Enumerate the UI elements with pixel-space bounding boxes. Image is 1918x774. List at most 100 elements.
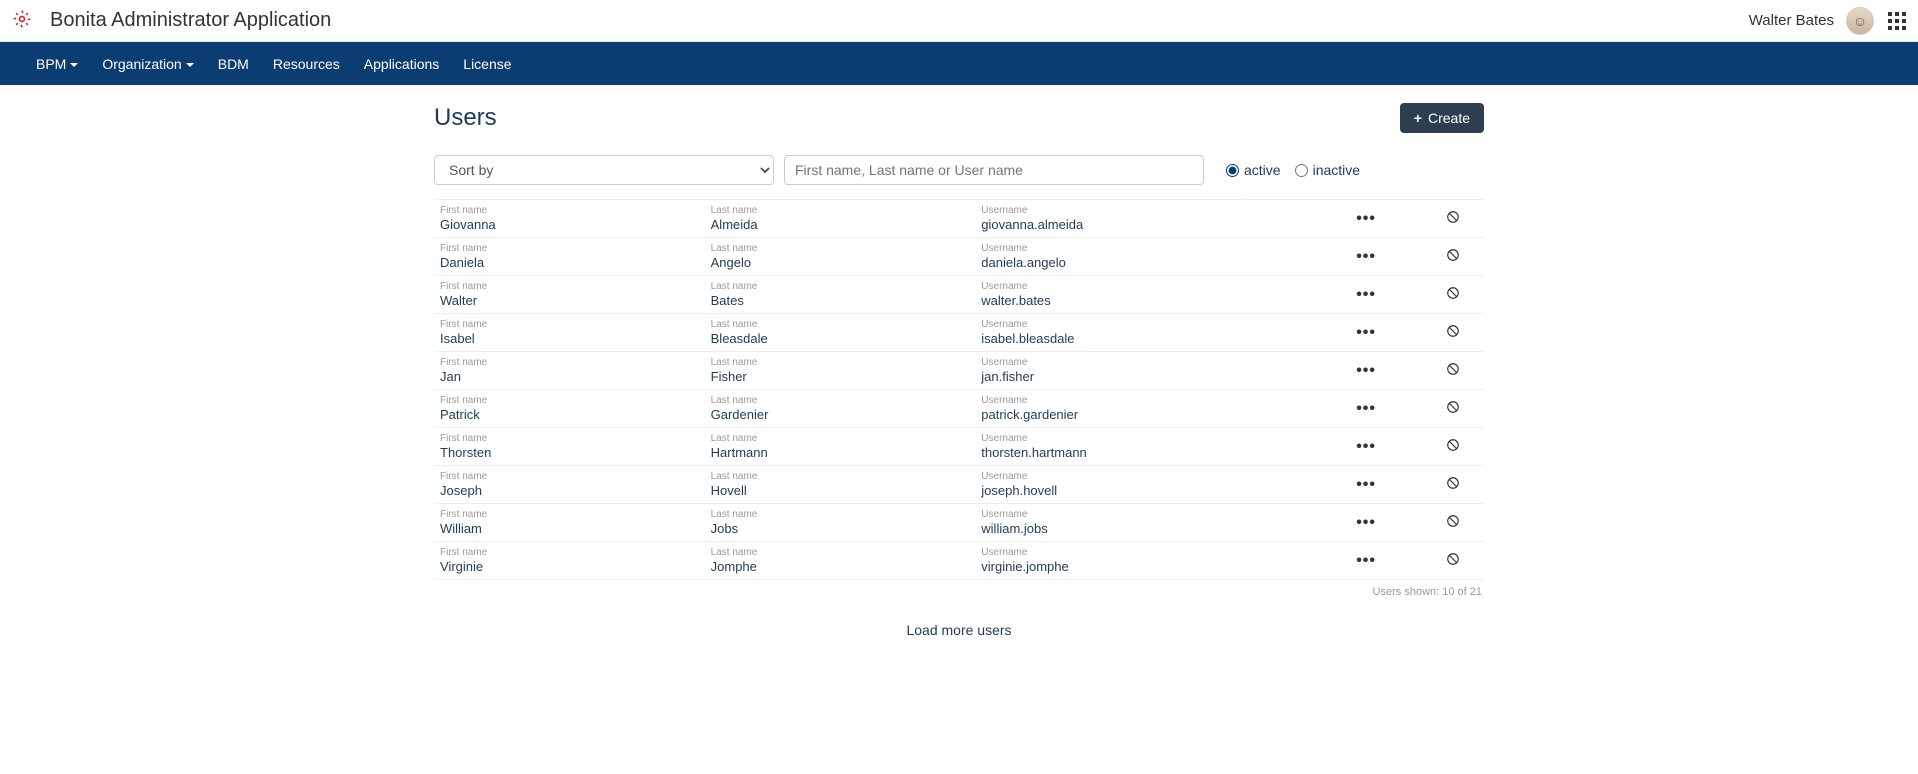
first-name-value: Virginie (440, 559, 701, 575)
create-button[interactable]: + Create (1400, 103, 1484, 133)
sort-select[interactable]: Sort by (434, 155, 774, 185)
more-icon[interactable]: ••• (1356, 515, 1376, 531)
ban-icon[interactable] (1446, 286, 1460, 303)
more-icon[interactable]: ••• (1356, 363, 1376, 379)
row-actions: ••• (1356, 552, 1478, 569)
first-name-value: Daniela (440, 255, 701, 271)
chevron-down-icon (70, 63, 78, 67)
radio-active-input[interactable] (1226, 164, 1239, 177)
first-name-label: First name (440, 319, 701, 331)
row-actions: ••• (1356, 324, 1478, 341)
radio-inactive-input[interactable] (1295, 164, 1308, 177)
first-name-label: First name (440, 357, 701, 369)
top-header: Bonita Administrator Application Walter … (0, 0, 1918, 42)
apps-grid-icon[interactable] (1888, 12, 1906, 30)
first-name-label: First name (440, 395, 701, 407)
cell-username: Usernamegiovanna.almeida (981, 205, 1356, 233)
table-row: First nameWilliamLast nameJobsUsernamewi… (434, 504, 1484, 542)
ban-icon[interactable] (1446, 438, 1460, 455)
username-label: Username (981, 433, 1346, 445)
cell-last-name: Last nameHartmann (711, 433, 982, 461)
first-name-value: Thorsten (440, 445, 701, 461)
load-more-button[interactable]: Load more users (434, 622, 1484, 638)
table-row: First namePatrick Last nameGardenier Usern… (434, 390, 1484, 428)
table-row: First nameVirginieLast nameJompheUsernam… (434, 542, 1484, 580)
more-icon[interactable]: ••• (1356, 553, 1376, 569)
nav-bpm-label: BPM (36, 56, 66, 72)
cell-username: Usernamethorsten.hartmann (981, 433, 1356, 461)
more-icon[interactable]: ••• (1356, 287, 1376, 303)
last-name-label: Last name (711, 281, 972, 293)
username-label: Username (981, 243, 1346, 255)
last-name-label: Last name (711, 205, 972, 217)
more-icon[interactable]: ••• (1356, 325, 1376, 341)
ban-icon[interactable] (1446, 324, 1460, 341)
ban-icon[interactable] (1446, 362, 1460, 379)
avatar[interactable]: ☺ (1846, 7, 1874, 35)
page-title: Users (434, 104, 497, 132)
last-name-label: Last name (711, 395, 972, 407)
username-value: thorsten.hartmann (981, 445, 1346, 461)
brand-icon (12, 9, 50, 32)
cell-username: Usernameisabel.bleasdale (981, 319, 1356, 347)
table-row: First nameThorsten Last nameHartmannUsern… (434, 428, 1484, 466)
more-icon[interactable]: ••• (1356, 249, 1376, 265)
row-actions: ••• (1356, 514, 1478, 531)
table-row: First nameGiovannaLast nameAlmeidaUserna… (434, 200, 1484, 238)
more-icon[interactable]: ••• (1356, 439, 1376, 455)
last-name-value: Hartmann (711, 445, 972, 461)
cell-last-name: Last nameJobs (711, 509, 982, 537)
first-name-value: Giovanna (440, 217, 701, 233)
row-actions: ••• (1356, 476, 1478, 493)
first-name-label: First name (440, 433, 701, 445)
filter-row: Sort by active inactive (434, 155, 1484, 185)
first-name-value: Patrick (440, 407, 701, 423)
nav-bpm[interactable]: BPM (36, 50, 78, 78)
first-name-label: First name (440, 243, 701, 255)
username-value: walter.bates (981, 293, 1346, 309)
main-nav: BPM Organization BDM Resources Applicati… (0, 42, 1918, 85)
last-name-label: Last name (711, 547, 972, 559)
cell-username: Usernamewilliam.jobs (981, 509, 1356, 537)
search-input[interactable] (784, 155, 1204, 185)
nav-organization[interactable]: Organization (102, 50, 193, 78)
table-row: First nameWalterLast nameBatesUsernamewa… (434, 276, 1484, 314)
more-icon[interactable]: ••• (1356, 211, 1376, 227)
nav-bdm[interactable]: BDM (218, 50, 249, 78)
more-icon[interactable]: ••• (1356, 477, 1376, 493)
cell-first-name: First nameJan (440, 357, 711, 385)
radio-inactive[interactable]: inactive (1295, 162, 1360, 178)
nav-applications-label: Applications (364, 56, 440, 72)
ban-icon[interactable] (1446, 552, 1460, 569)
cell-first-name: First nameWalter (440, 281, 711, 309)
ban-icon[interactable] (1446, 476, 1460, 493)
cell-last-name: Last nameBleasdale (711, 319, 982, 347)
table-row: First nameDanielaLast nameAngeloUsername… (434, 238, 1484, 276)
ban-icon[interactable] (1446, 514, 1460, 531)
last-name-label: Last name (711, 243, 972, 255)
last-name-value: Gardenier (711, 407, 972, 423)
table-row: First nameJanLast nameFisherUsernamejan.… (434, 352, 1484, 390)
ban-icon[interactable] (1446, 400, 1460, 417)
nav-license[interactable]: License (463, 50, 511, 78)
cell-last-name: Last nameBates (711, 281, 982, 309)
username-value: patrick.gardenier (981, 407, 1346, 423)
username-value: isabel.bleasdale (981, 331, 1346, 347)
last-name-value: Fisher (711, 369, 972, 385)
nav-applications[interactable]: Applications (364, 50, 440, 78)
ban-icon[interactable] (1446, 210, 1460, 227)
last-name-value: Jomphe (711, 559, 972, 575)
ban-icon[interactable] (1446, 248, 1460, 265)
content: Users + Create Sort by active inactive F… (434, 85, 1484, 678)
more-icon[interactable]: ••• (1356, 401, 1376, 417)
nav-resources-label: Resources (273, 56, 340, 72)
last-name-value: Jobs (711, 521, 972, 537)
nav-resources[interactable]: Resources (273, 50, 340, 78)
cell-last-name: Last nameAngelo (711, 243, 982, 271)
cell-first-name: First nameDaniela (440, 243, 711, 271)
radio-active[interactable]: active (1226, 162, 1281, 178)
last-name-value: Bleasdale (711, 331, 972, 347)
username-value: joseph.hovell (981, 483, 1346, 499)
cell-username: Usernamepatrick.gardenier (981, 395, 1356, 423)
first-name-label: First name (440, 509, 701, 521)
